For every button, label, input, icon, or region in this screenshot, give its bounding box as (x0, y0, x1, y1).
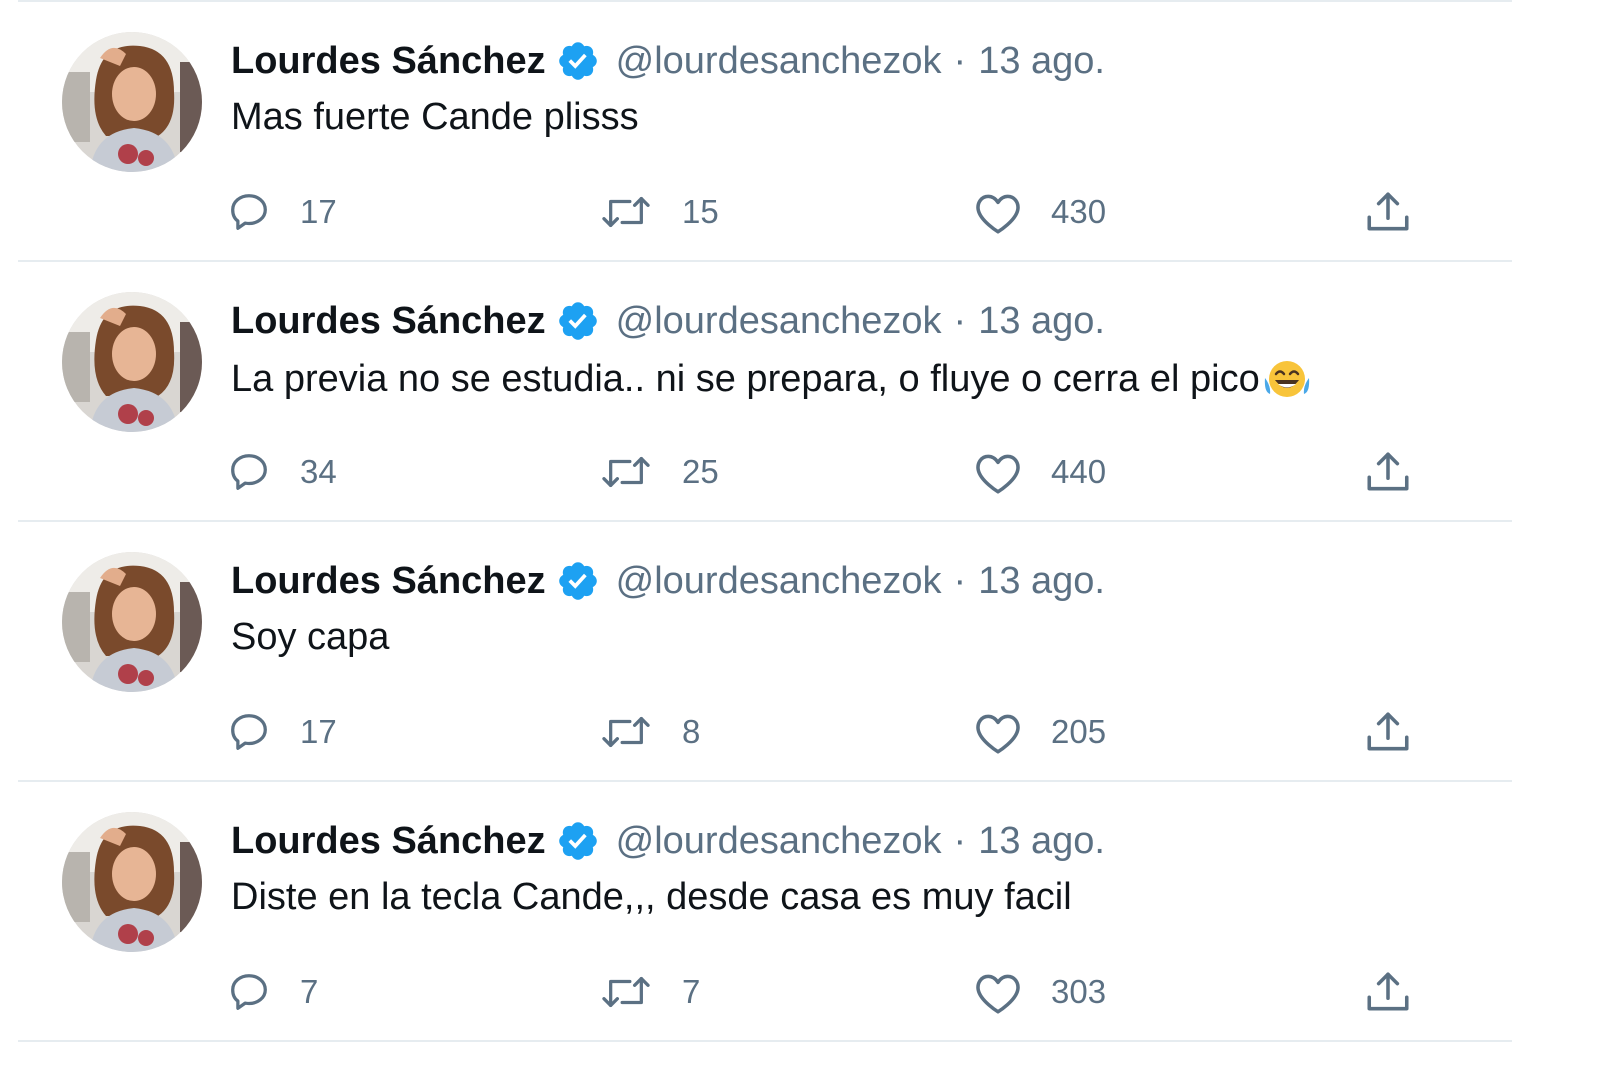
reply-button[interactable]: 7 (226, 962, 318, 1022)
author-handle[interactable]: @lourdesanchezok (616, 40, 942, 83)
tweet-header: Lourdes Sánchez @lourdesanchezok · 13 ag… (231, 36, 1105, 86)
heart-icon (973, 449, 1023, 495)
reply-count: 17 (300, 193, 337, 230)
reply-icon (226, 449, 272, 495)
verified-badge-icon (556, 299, 600, 343)
share-button[interactable] (1363, 182, 1413, 242)
like-count: 303 (1051, 973, 1107, 1010)
author-name[interactable]: Lourdes Sánchez (231, 560, 546, 603)
retweet-button[interactable]: 8 (598, 702, 700, 762)
like-button[interactable]: 430 (973, 182, 1106, 242)
retweet-count: 25 (682, 453, 719, 490)
tweet-actions: 17 15 430 (18, 182, 1512, 242)
like-count: 440 (1051, 453, 1107, 490)
like-count: 430 (1051, 193, 1107, 230)
tweet-header: Lourdes Sánchez @lourdesanchezok · 13 ag… (231, 556, 1105, 606)
tweet[interactable]: Lourdes Sánchez @lourdesanchezok · 13 ag… (18, 522, 1512, 780)
tweet-text-content: Mas fuerte Cande plisss (231, 96, 639, 138)
avatar[interactable] (62, 32, 202, 172)
tweet[interactable]: Lourdes Sánchez @lourdesanchezok · 13 ag… (18, 2, 1512, 260)
tweet[interactable]: Lourdes Sánchez @lourdesanchezok · 13 ag… (18, 782, 1512, 1040)
retweet-count: 7 (682, 973, 701, 1010)
tweet-date[interactable]: 13 ago. (978, 300, 1105, 343)
tweet[interactable]: Lourdes Sánchez @lourdesanchezok · 13 ag… (18, 262, 1512, 520)
tweet-text: Diste en la tecla Cande,,, desde casa es… (231, 876, 1072, 919)
like-count: 205 (1051, 713, 1107, 750)
verified-badge-icon (556, 819, 600, 863)
share-icon (1363, 969, 1413, 1015)
tweet-text-content: Soy capa (231, 616, 390, 658)
separator-dot: · (953, 559, 967, 602)
tweet-feed: Lourdes Sánchez @lourdesanchezok · 13 ag… (18, 0, 1512, 1042)
reply-icon (226, 969, 272, 1015)
retweet-count: 15 (682, 193, 719, 230)
reply-button[interactable]: 17 (226, 182, 337, 242)
reply-count: 17 (300, 713, 337, 750)
separator-dot: · (953, 299, 967, 342)
retweet-icon (598, 969, 654, 1015)
author-name[interactable]: Lourdes Sánchez (231, 40, 546, 83)
share-icon (1363, 449, 1413, 495)
separator-dot: · (953, 39, 967, 82)
reply-icon (226, 709, 272, 755)
tweet-header: Lourdes Sánchez @lourdesanchezok · 13 ag… (231, 816, 1105, 866)
tweet-text-content: Diste en la tecla Cande,,, desde casa es… (231, 876, 1072, 918)
share-button[interactable] (1363, 702, 1413, 762)
separator-dot: · (953, 819, 967, 862)
tweet-actions: 17 8 205 (18, 702, 1512, 762)
retweet-button[interactable]: 15 (598, 182, 719, 242)
reply-count: 7 (300, 973, 319, 1010)
share-button[interactable] (1363, 442, 1413, 502)
heart-icon (973, 189, 1023, 235)
tweet-text: Soy capa (231, 616, 389, 659)
divider (18, 1040, 1512, 1042)
tweet-header: Lourdes Sánchez @lourdesanchezok · 13 ag… (231, 296, 1105, 346)
reply-count: 34 (300, 453, 337, 490)
retweet-icon (598, 449, 654, 495)
author-name[interactable]: Lourdes Sánchez (231, 820, 546, 863)
reply-button[interactable]: 17 (226, 702, 337, 762)
tweet-actions: 7 7 303 (18, 962, 1512, 1022)
like-button[interactable]: 440 (973, 442, 1106, 502)
tweet-date[interactable]: 13 ago. (978, 560, 1105, 603)
avatar[interactable] (62, 292, 202, 432)
author-handle[interactable]: @lourdesanchezok (616, 560, 942, 603)
retweet-icon (598, 709, 654, 755)
author-handle[interactable]: @lourdesanchezok (616, 300, 942, 343)
avatar[interactable] (62, 812, 202, 952)
tweet-actions: 34 25 440 (18, 442, 1512, 502)
like-button[interactable]: 303 (973, 962, 1106, 1022)
reply-icon (226, 189, 272, 235)
tweet-text: La previa no se estudia.. ni se prepara,… (231, 356, 1312, 402)
author-name[interactable]: Lourdes Sánchez (231, 300, 546, 343)
like-button[interactable]: 205 (973, 702, 1106, 762)
heart-icon (973, 969, 1023, 1015)
retweet-count: 8 (682, 713, 701, 750)
tweet-text-content: La previa no se estudia.. ni se prepara,… (231, 357, 1260, 400)
face-with-tears-of-joy-emoji-icon (1262, 356, 1312, 402)
tweet-date[interactable]: 13 ago. (978, 40, 1105, 83)
verified-badge-icon (556, 39, 600, 83)
retweet-button[interactable]: 25 (598, 442, 719, 502)
tweet-date[interactable]: 13 ago. (978, 820, 1105, 863)
reply-button[interactable]: 34 (226, 442, 337, 502)
share-button[interactable] (1363, 962, 1413, 1022)
tweet-text: Mas fuerte Cande plisss (231, 96, 639, 139)
author-handle[interactable]: @lourdesanchezok (616, 820, 942, 863)
retweet-icon (598, 189, 654, 235)
heart-icon (973, 709, 1023, 755)
retweet-button[interactable]: 7 (598, 962, 700, 1022)
verified-badge-icon (556, 559, 600, 603)
avatar[interactable] (62, 552, 202, 692)
share-icon (1363, 189, 1413, 235)
share-icon (1363, 709, 1413, 755)
